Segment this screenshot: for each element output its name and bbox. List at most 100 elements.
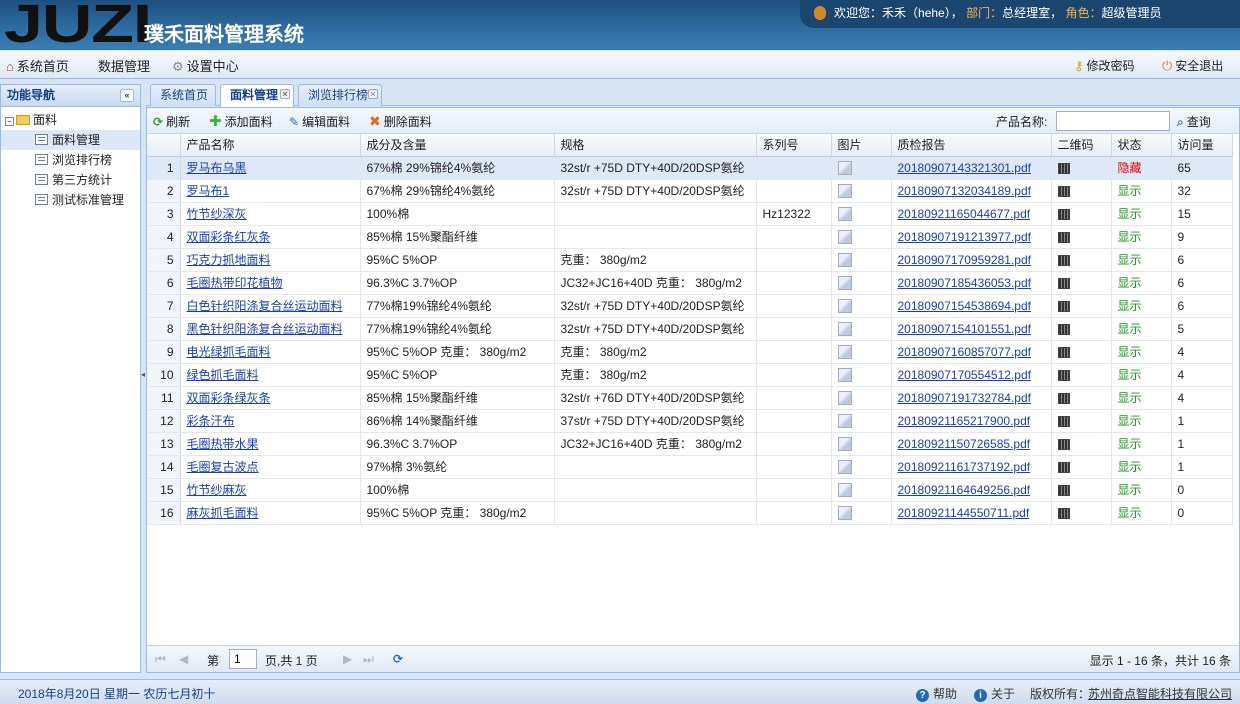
help-link[interactable]: ? 帮助 — [916, 685, 957, 702]
table-row[interactable]: 8 黑色针织阳涤复合丝运动面料 77%棉19%锦纶4%氨纶 32st/r +75D D… — [147, 317, 1233, 341]
qrcode-icon[interactable] — [1057, 254, 1070, 266]
sidebar-item-ranking[interactable]: 浏览排行榜 — [1, 150, 140, 170]
report-link[interactable]: 20180921164649256.pdf — [898, 483, 1031, 497]
menu-home[interactable]: ⌂ 系统首页 — [6, 56, 69, 75]
product-name-link[interactable]: 罗马布1 — [187, 184, 230, 198]
image-thumbnail-icon[interactable] — [837, 367, 852, 382]
delete-fabric-button[interactable]: ✖ 删除面料 — [369, 113, 432, 130]
report-link[interactable]: 20180907185436053.pdf — [898, 276, 1031, 290]
tree-expander-icon[interactable]: − — [5, 117, 14, 126]
report-link[interactable]: 20180907132034189.pdf — [898, 184, 1031, 198]
change-password-button[interactable]: ⚷ 修改密码 — [1074, 57, 1135, 74]
report-link[interactable]: 20180921165217900.pdf — [898, 414, 1031, 428]
col-status[interactable]: 状态 — [1111, 134, 1172, 157]
tab-ranking[interactable]: 浏览排行榜 × — [298, 84, 382, 106]
product-name-link[interactable]: 电光绿抓毛面料 — [187, 345, 271, 359]
close-icon[interactable]: × — [280, 89, 290, 99]
menu-data-management[interactable]: 数据管理 — [98, 56, 150, 75]
product-name-link[interactable]: 黑色针织阳涤复合丝运动面料 — [187, 322, 343, 336]
product-name-link[interactable]: 双面彩条红灰条 — [187, 230, 271, 244]
prev-page-icon[interactable]: ◀ — [179, 652, 188, 666]
table-row[interactable]: 13 毛圈热带水果 96.3%C 3.7%OP JC32+JC16+40D 克重： 3… — [147, 432, 1233, 456]
qrcode-icon[interactable] — [1057, 277, 1070, 289]
qrcode-icon[interactable] — [1057, 208, 1070, 220]
sidebar-item-stats[interactable]: 第三方统计 — [1, 170, 140, 190]
qrcode-icon[interactable] — [1057, 461, 1070, 473]
image-thumbnail-icon[interactable] — [837, 229, 852, 244]
refresh-button[interactable]: ⟳ 刷新 — [153, 113, 190, 130]
image-thumbnail-icon[interactable] — [837, 298, 852, 313]
next-page-icon[interactable]: ▶ — [343, 652, 352, 666]
about-link[interactable]: i 关于 — [974, 685, 1015, 702]
col-composition[interactable]: 成分及含量 — [360, 134, 555, 157]
table-row[interactable]: 2 罗马布1 67%棉 29%锦纶4%氨纶 32st/r +75D DTY+40D/2… — [147, 179, 1233, 203]
product-name-link[interactable]: 竹节纱深灰 — [187, 207, 247, 221]
product-name-link[interactable]: 双面彩条绿灰条 — [187, 391, 271, 405]
product-name-search-input[interactable] — [1056, 111, 1170, 131]
table-row[interactable]: 7 白色针织阳涤复合丝运动面料 77%棉19%锦纶4%氨纶 32st/r +75D D… — [147, 294, 1233, 318]
product-name-link[interactable]: 白色针织阳涤复合丝运动面料 — [187, 299, 343, 313]
product-name-link[interactable]: 巧克力抓地面料 — [187, 253, 271, 267]
report-link[interactable]: 20180907191213977.pdf — [898, 230, 1031, 244]
reload-icon[interactable]: ⟳ — [393, 652, 403, 666]
last-page-icon[interactable]: ⏭ — [363, 652, 374, 667]
report-link[interactable]: 20180907170959281.pdf — [898, 253, 1031, 267]
table-row[interactable]: 9 电光绿抓毛面料 95%C 5%OP 克重： 380g/m2 克重： 380g/m2… — [147, 340, 1233, 364]
qrcode-icon[interactable] — [1057, 162, 1070, 174]
report-link[interactable]: 20180907143321301.pdf — [898, 161, 1031, 175]
report-link[interactable]: 20180907170554512.pdf — [898, 368, 1031, 382]
col-image[interactable]: 图片 — [831, 134, 892, 157]
page-number-input[interactable] — [229, 649, 257, 669]
table-row[interactable]: 6 毛圈热带印花植物 96.3%C 3.7%OP JC32+JC16+40D 克重： … — [147, 271, 1233, 295]
report-link[interactable]: 20180907154538694.pdf — [898, 299, 1031, 313]
col-series[interactable]: 系列号 — [756, 134, 832, 157]
image-thumbnail-icon[interactable] — [837, 275, 852, 290]
qrcode-icon[interactable] — [1057, 369, 1070, 381]
image-thumbnail-icon[interactable] — [837, 160, 852, 175]
close-icon[interactable]: × — [368, 89, 378, 99]
product-name-link[interactable]: 彩条汗布 — [187, 414, 235, 428]
table-row[interactable]: 16 麻灰抓毛面料 95%C 5%OP 克重： 380g/m2 20180921144… — [147, 501, 1233, 525]
qrcode-icon[interactable] — [1057, 507, 1070, 519]
image-thumbnail-icon[interactable] — [837, 206, 852, 221]
logout-button[interactable]: ⏻ 安全退出 — [1162, 57, 1223, 74]
collapse-icon[interactable]: « — [120, 89, 134, 102]
product-name-link[interactable]: 毛圈热带印花植物 — [187, 276, 283, 290]
tab-fabric-management[interactable]: 面料管理 × — [220, 84, 294, 107]
qrcode-icon[interactable] — [1057, 415, 1070, 427]
product-name-link[interactable]: 罗马布乌黑 — [187, 161, 247, 175]
image-thumbnail-icon[interactable] — [837, 252, 852, 267]
table-row[interactable]: 11 双面彩条绿灰条 85%棉 15%聚酯纤维 32st/r +76D DTY+40D… — [147, 386, 1233, 410]
table-row[interactable]: 10 绿色抓毛面料 95%C 5%OP 克重： 380g/m2 201809071705… — [147, 363, 1233, 387]
product-name-link[interactable]: 毛圈复古波点 — [187, 460, 259, 474]
table-row[interactable]: 5 巧克力抓地面料 95%C 5%OP 克重： 380g/m2 201809071709… — [147, 248, 1233, 272]
qrcode-icon[interactable] — [1057, 392, 1070, 404]
product-name-link[interactable]: 绿色抓毛面料 — [187, 368, 259, 382]
table-row[interactable]: 3 竹节纱深灰 100%棉 Hz12322 20180921165044677.pdf 显… — [147, 202, 1233, 226]
col-report[interactable]: 质检报告 — [891, 134, 1052, 157]
image-thumbnail-icon[interactable] — [837, 482, 852, 497]
product-name-link[interactable]: 毛圈热带水果 — [187, 437, 259, 451]
add-fabric-button[interactable]: ✚ 添加面料 — [209, 113, 273, 130]
report-link[interactable]: 20180921161737192.pdf — [898, 460, 1031, 474]
first-page-icon[interactable]: ⏮ — [155, 652, 166, 667]
sidebar-item-standards[interactable]: 测试标准管理 — [1, 190, 140, 210]
col-name[interactable]: 产品名称 — [180, 134, 361, 157]
report-link[interactable]: 20180907191732784.pdf — [898, 391, 1031, 405]
qrcode-icon[interactable] — [1057, 484, 1070, 496]
qrcode-icon[interactable] — [1057, 438, 1070, 450]
report-link[interactable]: 20180907154101551.pdf — [898, 322, 1031, 336]
product-name-link[interactable]: 竹节纱麻灰 — [187, 483, 247, 497]
col-views[interactable]: 访问量 — [1171, 134, 1233, 157]
table-row[interactable]: 1 罗马布乌黑 67%棉 29%锦纶4%氨纶 32st/r +75D DTY+40D/… — [147, 156, 1233, 180]
qrcode-icon[interactable] — [1057, 185, 1070, 197]
report-link[interactable]: 20180907160857077.pdf — [898, 345, 1031, 359]
report-link[interactable]: 20180921144550711.pdf — [898, 506, 1030, 520]
qrcode-icon[interactable] — [1057, 300, 1070, 312]
product-name-link[interactable]: 麻灰抓毛面料 — [187, 506, 259, 520]
table-row[interactable]: 14 毛圈复古波点 97%棉 3%氨纶 20180921161737192.pdf 显示… — [147, 455, 1233, 479]
report-link[interactable]: 20180921165044677.pdf — [898, 207, 1031, 221]
col-qrcode[interactable]: 二维码 — [1051, 134, 1112, 157]
table-row[interactable]: 12 彩条汗布 86%棉 14%聚酯纤维 37st/r +75D DTY+40D/20… — [147, 409, 1233, 433]
edit-fabric-button[interactable]: ✎ 编辑面料 — [289, 113, 350, 130]
